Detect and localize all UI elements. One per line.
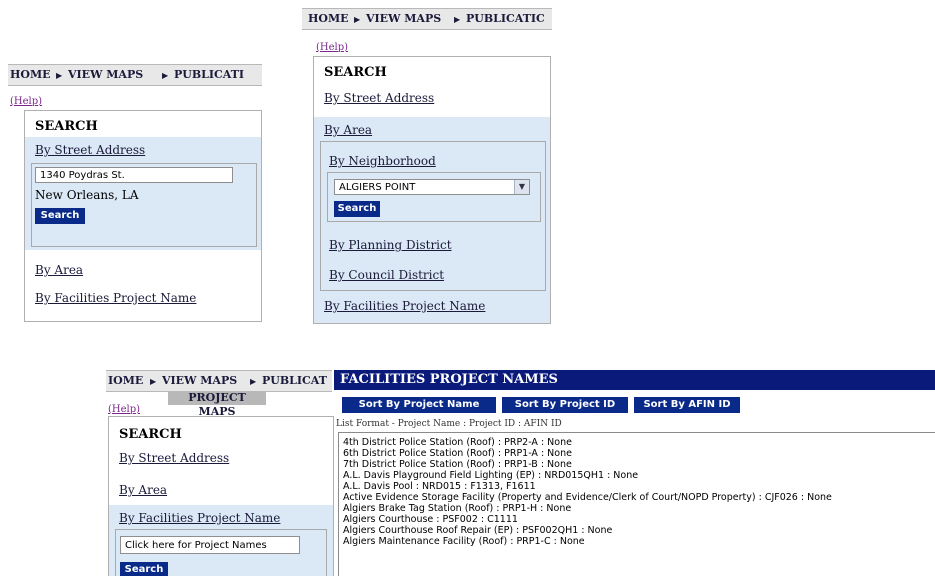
panel-area-search: HOME ▶ VIEW MAPS ▶ PUBLICATIC (Help) SEA…: [302, 0, 552, 324]
list-item[interactable]: Algiers Brake Tag Station (Roof) : PRP1-…: [343, 503, 832, 514]
by-street-address-link[interactable]: By Street Address: [35, 143, 145, 157]
nav-bar: IOME ▶ VIEW MAPS ▶ PUBLICAT: [106, 370, 332, 392]
search-box: SEARCH By Street Address By Area By Faci…: [108, 416, 334, 576]
nav-view-maps[interactable]: VIEW MAPS: [68, 68, 143, 81]
city-text: New Orleans, LA: [35, 188, 139, 202]
results-header: FACILITIES PROJECT NAMES: [334, 370, 935, 390]
neighborhood-value: ALGIERS POINT: [339, 182, 416, 193]
by-neighborhood-link[interactable]: By Neighborhood: [329, 154, 436, 168]
nav-bar: HOME ▶ VIEW MAPS ▶ PUBLICATI: [8, 64, 262, 86]
nav-home[interactable]: IOME: [108, 374, 143, 387]
triangle-right-icon: ▶: [354, 14, 361, 24]
facilities-form: Click here for Project Names Search: [115, 529, 327, 576]
list-items: 4th District Police Station (Roof) : PRP…: [343, 437, 832, 547]
search-title: SEARCH: [35, 119, 98, 134]
search-title: SEARCH: [324, 65, 387, 80]
by-area-link[interactable]: By Area: [119, 483, 167, 497]
help-link[interactable]: (Help): [316, 42, 348, 53]
list-item[interactable]: A.L. Davis Playground Field Lighting (EP…: [343, 470, 832, 481]
area-form: By Neighborhood ALGIERS POINT ▼ Search B…: [320, 141, 546, 291]
triangle-right-icon: ▶: [150, 376, 157, 386]
list-item[interactable]: A.L. Davis Pool : NRD015 : F1313, F1611: [343, 481, 832, 492]
by-facilities-link[interactable]: By Facilities Project Name: [35, 291, 196, 305]
list-item[interactable]: Algiers Maintenance Facility (Roof) : PR…: [343, 536, 832, 547]
by-facilities-link[interactable]: By Facilities Project Name: [324, 299, 485, 313]
address-input[interactable]: 1340 Poydras St.: [35, 167, 233, 183]
neighborhood-form: ALGIERS POINT ▼ Search: [327, 172, 541, 222]
neighborhood-select[interactable]: ALGIERS POINT ▼: [334, 179, 530, 195]
panel-facilities-search: IOME ▶ VIEW MAPS ▶ PUBLICAT PROJECT MAPS…: [106, 360, 935, 576]
search-button[interactable]: Search: [120, 562, 168, 576]
search-box: SEARCH By Street Address 1340 Poydras St…: [24, 110, 262, 322]
search-title: SEARCH: [119, 427, 182, 442]
search-box: SEARCH By Street Address By Area By Neig…: [313, 56, 551, 324]
sort-by-project-name-button[interactable]: Sort By Project Name: [342, 397, 496, 413]
nav-publications[interactable]: PUBLICATI: [174, 68, 244, 81]
nav-view-maps[interactable]: VIEW MAPS: [162, 374, 237, 387]
by-street-address-link[interactable]: By Street Address: [324, 91, 434, 105]
help-link[interactable]: (Help): [108, 404, 140, 415]
nav-view-maps[interactable]: VIEW MAPS: [366, 12, 441, 25]
panel-street-search: HOME ▶ VIEW MAPS ▶ PUBLICATI (Help) SEAR…: [8, 60, 262, 330]
triangle-right-icon: ▶: [250, 376, 257, 386]
by-street-address-link[interactable]: By Street Address: [119, 451, 229, 465]
search-button[interactable]: Search: [35, 208, 85, 224]
list-item[interactable]: 6th District Police Station (Roof) : PRP…: [343, 448, 832, 459]
street-form: 1340 Poydras St. New Orleans, LA Search: [31, 163, 257, 247]
by-facilities-link[interactable]: By Facilities Project Name: [119, 511, 280, 525]
project-list[interactable]: 4th District Police Station (Roof) : PRP…: [338, 432, 935, 576]
list-item[interactable]: 4th District Police Station (Roof) : PRP…: [343, 437, 832, 448]
list-item[interactable]: Algiers Courthouse : PSF002 : C1111: [343, 514, 832, 525]
nav-publications[interactable]: PUBLICATIC: [466, 12, 545, 25]
by-area-link[interactable]: By Area: [324, 123, 372, 137]
triangle-right-icon: ▶: [56, 70, 63, 80]
help-link[interactable]: (Help): [10, 96, 42, 107]
nav-home[interactable]: HOME: [10, 68, 51, 81]
sort-by-afin-id-button[interactable]: Sort By AFIN ID: [634, 397, 740, 413]
project-names-input[interactable]: Click here for Project Names: [120, 536, 300, 554]
by-council-district-link[interactable]: By Council District: [329, 268, 444, 282]
list-format-text: List Format - Project Name : Project ID …: [336, 419, 562, 429]
sort-by-project-id-button[interactable]: Sort By Project ID: [502, 397, 628, 413]
project-maps-tab[interactable]: PROJECT MAPS: [168, 391, 266, 418]
nav-publications[interactable]: PUBLICAT: [262, 374, 327, 387]
nav-bar: HOME ▶ VIEW MAPS ▶ PUBLICATIC: [302, 8, 552, 30]
list-item[interactable]: Algiers Courthouse Roof Repair (EP) : PS…: [343, 525, 832, 536]
list-item[interactable]: Active Evidence Storage Facility (Proper…: [343, 492, 832, 503]
nav-home[interactable]: HOME: [308, 12, 349, 25]
chevron-down-icon[interactable]: ▼: [514, 180, 529, 194]
triangle-right-icon: ▶: [454, 14, 461, 24]
list-item[interactable]: 7th District Police Station (Roof) : PRP…: [343, 459, 832, 470]
by-area-link[interactable]: By Area: [35, 263, 83, 277]
search-button[interactable]: Search: [334, 201, 380, 217]
by-planning-district-link[interactable]: By Planning District: [329, 238, 452, 252]
triangle-right-icon: ▶: [162, 70, 169, 80]
